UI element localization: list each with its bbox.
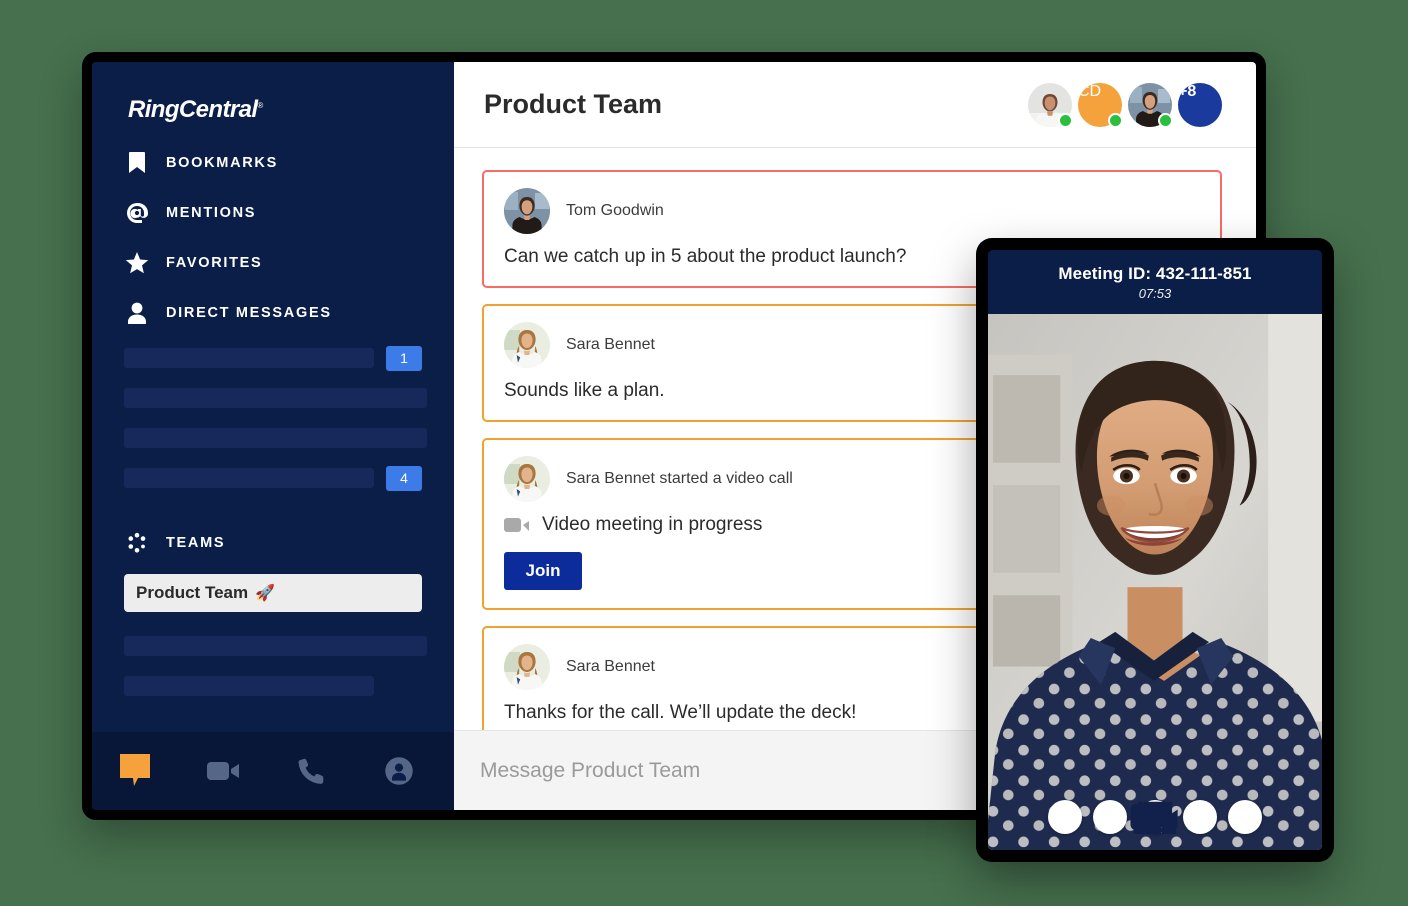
participant-video (988, 314, 1322, 850)
message-icon (120, 754, 150, 786)
message-author: Sara Bennet started a video call (566, 470, 793, 487)
page-title: Product Team (484, 89, 663, 119)
sidebar-item-label: MENTIONS (166, 205, 257, 221)
brand-name: RingCentral (128, 96, 258, 123)
team-name-label: Product Team (136, 583, 249, 602)
join-button[interactable]: Join (504, 552, 582, 590)
bottom-nav-video[interactable] (200, 748, 246, 794)
avatar-initials[interactable]: CD (1078, 82, 1123, 128)
avatar-sara (504, 456, 550, 502)
sidebar-item-label: BOOKMARKS (166, 155, 278, 171)
team-placeholder-bar (124, 636, 427, 656)
star-icon (122, 250, 152, 276)
avatar-tom (504, 188, 550, 234)
bottom-nav-message[interactable] (112, 748, 158, 794)
contacts-icon (385, 757, 413, 785)
sidebar-item-bookmarks[interactable]: BOOKMARKS (92, 138, 454, 188)
brand-registered-mark: ® (257, 101, 263, 110)
app-logo: RingCentral® (92, 62, 454, 128)
dm-placeholder-bar (124, 428, 427, 448)
phone-icon (298, 758, 324, 784)
chat-button[interactable] (1138, 800, 1262, 834)
list-item[interactable] (92, 418, 454, 458)
avatar[interactable] (1028, 82, 1073, 128)
video-feed (988, 314, 1322, 850)
message-author: Tom Goodwin (566, 202, 664, 219)
bookmark-icon (122, 150, 152, 176)
sidebar-item-favorites[interactable]: FAVORITES (92, 238, 454, 288)
dm-placeholder-bar (124, 388, 427, 408)
meeting-timer: 07:53 (1138, 285, 1172, 301)
team-placeholder-bar (124, 676, 374, 696)
member-avatars: CD +8 (1022, 82, 1222, 128)
meeting-id-label: Meeting ID: 432-111-851 (1058, 263, 1252, 283)
sidebar-item-direct-messages[interactable]: DIRECT MESSAGES (92, 288, 454, 338)
dm-placeholder-bar (124, 468, 374, 488)
message-author: Sara Bennet (566, 658, 655, 675)
teams-dots-icon (122, 530, 152, 556)
meeting-status-text: Video meeting in progress (542, 514, 763, 535)
at-icon (122, 200, 152, 226)
chat-header: Product Team CD +8 (454, 62, 1256, 148)
meeting-header: Meeting ID: 432-111-851 07:53 (988, 250, 1322, 314)
message-author: Sara Bennet (566, 336, 655, 353)
video-icon (207, 762, 239, 780)
unread-badge: 4 (386, 465, 422, 491)
primary-nav: BOOKMARKS MENTIONS FAVORITES DIRECT MESS… (92, 128, 454, 338)
avatar-sara (504, 644, 550, 690)
avatar[interactable] (1128, 82, 1173, 128)
avatar-sara (504, 322, 550, 368)
status-dot-online (1058, 112, 1073, 128)
call-controls (988, 800, 1322, 834)
list-item[interactable] (92, 378, 454, 418)
chat-icon (1138, 801, 1172, 833)
sidebar-item-mentions[interactable]: MENTIONS (92, 188, 454, 238)
status-dot-online (1108, 112, 1123, 128)
dm-list: 1 4 (92, 338, 454, 498)
sidebar-item-label: FAVORITES (166, 255, 263, 271)
list-item[interactable]: 4 (92, 458, 454, 498)
person-icon (122, 300, 152, 326)
avatar-overflow-count[interactable]: +8 (1178, 82, 1222, 127)
sidebar-section-label: TEAMS (166, 535, 226, 551)
rocket-emoji-icon: 🚀 (255, 585, 276, 602)
list-item[interactable] (92, 626, 454, 666)
dm-placeholder-bar (124, 348, 374, 368)
screenshot-stage: RingCentral® BOOKMARKS MENTIONS FAVORITE… (0, 0, 1408, 906)
video-icon (504, 516, 530, 534)
unread-badge: 1 (386, 345, 422, 371)
sidebar: RingCentral® BOOKMARKS MENTIONS FAVORITE… (92, 62, 454, 810)
video-call-screen: Meeting ID: 432-111-851 07:53 (988, 250, 1322, 850)
sidebar-item-product-team[interactable]: Product Team 🚀 (124, 574, 422, 612)
sidebar-section-teams[interactable]: TEAMS (92, 518, 454, 568)
message-header: Tom Goodwin (504, 188, 1200, 234)
team-list (92, 626, 454, 706)
list-item[interactable] (92, 666, 454, 706)
sidebar-item-label: DIRECT MESSAGES (166, 305, 332, 321)
bottom-nav-contacts[interactable] (376, 748, 422, 794)
avatar-overflow-label: +8 (1178, 82, 1222, 127)
bottom-nav-phone[interactable] (288, 748, 334, 794)
tablet-device: Meeting ID: 432-111-851 07:53 (976, 238, 1334, 862)
status-dot-online (1158, 112, 1173, 128)
bottom-nav (92, 732, 454, 810)
list-item[interactable]: 1 (92, 338, 454, 378)
